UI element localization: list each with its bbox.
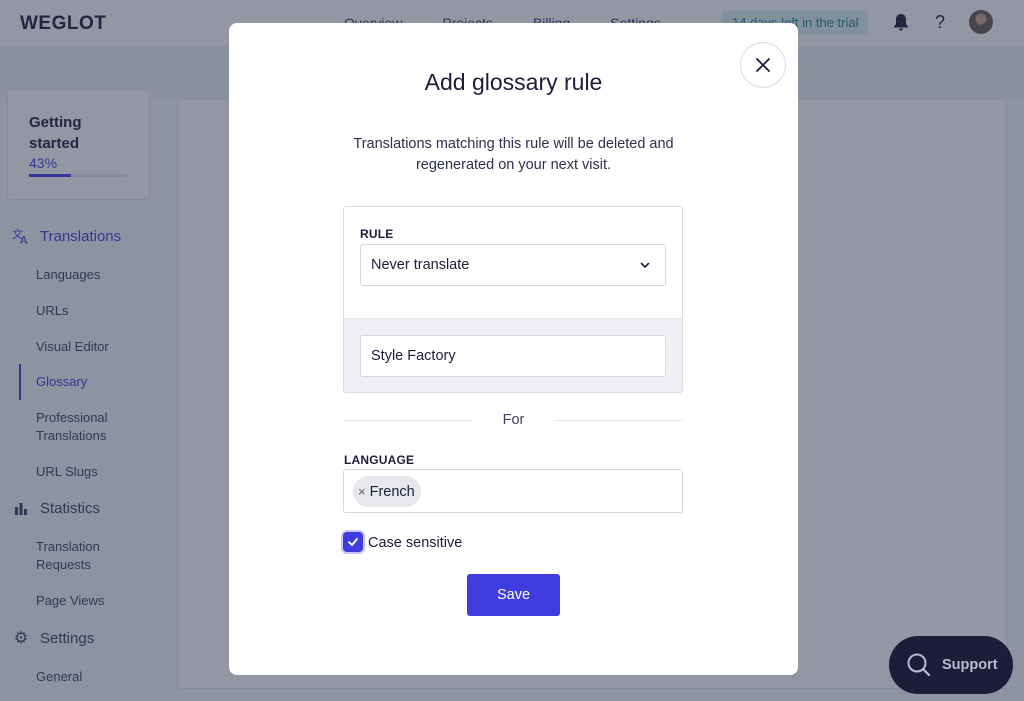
- check-icon: [348, 538, 358, 546]
- term-input[interactable]: [360, 335, 666, 377]
- language-chip-label: French: [369, 483, 415, 500]
- remove-chip-icon[interactable]: ×: [358, 484, 366, 499]
- rule-label: RULE: [360, 227, 394, 241]
- add-glossary-rule-dialog: Add glossary rule Translations matching …: [229, 23, 798, 675]
- divider-right: [555, 420, 683, 421]
- case-sensitive-label[interactable]: Case sensitive: [368, 535, 462, 551]
- for-text: For: [502, 412, 525, 428]
- rule-select[interactable]: Never translate: [360, 244, 666, 286]
- dialog-title: Add glossary rule: [424, 69, 603, 95]
- rule-select-value: Never translate: [371, 257, 470, 273]
- save-button[interactable]: Save: [467, 574, 560, 616]
- language-chip: × French: [353, 476, 421, 507]
- rule-section: RULE Never translate: [344, 207, 682, 318]
- chevron-down-icon: [640, 262, 650, 269]
- search-icon: [907, 653, 931, 677]
- language-multiselect[interactable]: × French: [343, 469, 683, 513]
- support-label: Support: [942, 657, 998, 673]
- term-section: [344, 318, 682, 392]
- case-sensitive-checkbox[interactable]: [343, 532, 363, 552]
- language-label: LANGUAGE: [344, 453, 415, 467]
- dialog-description: Translations matching this rule will be …: [353, 136, 674, 173]
- rule-box: RULE Never translate: [343, 206, 683, 393]
- support-button[interactable]: Support: [889, 636, 1013, 694]
